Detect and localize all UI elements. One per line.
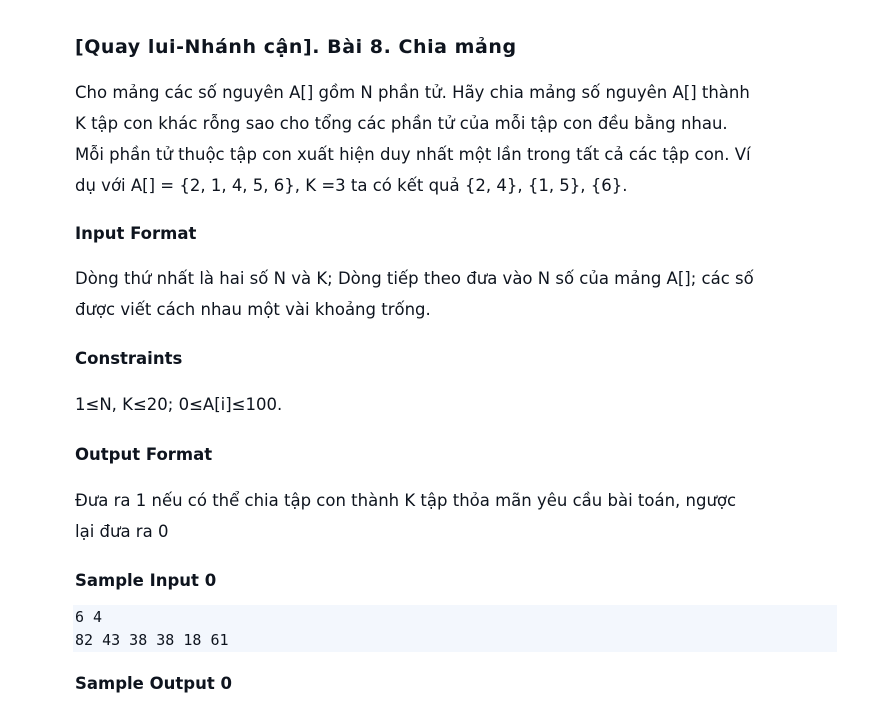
constraints-text: 1≤N, K≤20; 0≤A[i]≤100. bbox=[75, 389, 837, 420]
input-format-line: Dòng thứ nhất là hai số N và K; Dòng tiế… bbox=[75, 269, 754, 288]
input-format-text: Dòng thứ nhất là hai số N và K; Dòng tiế… bbox=[75, 263, 837, 325]
output-format-line: Đưa ra 1 nếu có thể chia tập con thành K… bbox=[75, 491, 737, 510]
sample-input-line: 82 43 38 38 18 61 bbox=[75, 631, 229, 649]
sample-input-line: 6 4 bbox=[75, 608, 103, 626]
sample-input-code-block[interactable]: 6 4 82 43 38 38 18 61 bbox=[73, 605, 837, 652]
sample-output-heading: Sample Output 0 bbox=[75, 674, 232, 693]
input-format-heading: Input Format bbox=[75, 224, 197, 243]
constraints-heading: Constraints bbox=[75, 349, 183, 368]
constraints-line: 1≤N, K≤20; 0≤A[i]≤100. bbox=[75, 395, 283, 414]
input-format-line: được viết cách nhau một vài khoảng trống… bbox=[75, 300, 431, 319]
description-line: Cho mảng các số nguyên A[] gồm N phần tử… bbox=[75, 83, 750, 102]
description-line: K tập con khác rỗng sao cho tổng các phầ… bbox=[75, 114, 728, 133]
problem-title: [Quay lui-Nhánh cận]. Bài 8. Chia mảng bbox=[75, 36, 517, 58]
output-format-text: Đưa ra 1 nếu có thể chia tập con thành K… bbox=[75, 485, 837, 547]
output-format-heading: Output Format bbox=[75, 445, 213, 464]
problem-description: Cho mảng các số nguyên A[] gồm N phần tử… bbox=[75, 77, 837, 201]
output-format-line: lại đưa ra 0 bbox=[75, 522, 169, 541]
sample-input-heading: Sample Input 0 bbox=[75, 571, 217, 590]
description-line: dụ với A[] = {2, 1, 4, 5, 6}, K =3 ta có… bbox=[75, 176, 628, 195]
description-line: Mỗi phần tử thuộc tập con xuất hiện duy … bbox=[75, 145, 751, 164]
